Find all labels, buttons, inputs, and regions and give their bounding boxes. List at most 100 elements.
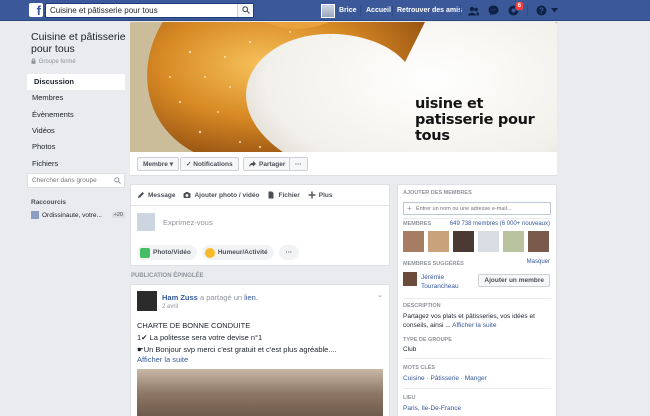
- group-privacy: Groupe fermé: [31, 58, 76, 65]
- avatar[interactable]: [403, 231, 424, 252]
- tab-more-label: Plus: [318, 191, 333, 199]
- group-tags[interactable]: Cuisine · Pâtisserie · Manger: [403, 374, 553, 383]
- group-cover-photo[interactable]: uisine et patisserie pour tous: [130, 22, 557, 152]
- sidebar-item-files[interactable]: Fichiers: [27, 156, 125, 172]
- add-member-button[interactable]: Ajouter un membre: [478, 274, 550, 287]
- tab-message-label: Message: [148, 191, 176, 199]
- tab-photo-video[interactable]: Ajouter photo / vidéo: [183, 191, 259, 199]
- avatar[interactable]: [503, 231, 524, 252]
- divider: [403, 218, 551, 219]
- suggested-members-heading: MEMBRES SUGGÉRÉS: [403, 261, 464, 267]
- user-name: Brice: [339, 7, 357, 14]
- sidebar-item-videos[interactable]: Vidéos: [27, 123, 125, 139]
- group-search-box[interactable]: [27, 173, 125, 188]
- facebook-logo[interactable]: f: [29, 3, 43, 17]
- avatar[interactable]: [403, 272, 417, 286]
- shortcut-label: Ordissinaute, votre...: [42, 211, 102, 219]
- sidebar-item-events[interactable]: Évènements: [27, 107, 125, 123]
- avatar[interactable]: [528, 231, 549, 252]
- composer-input[interactable]: Exprimez-vous: [137, 213, 213, 231]
- file-icon: [268, 191, 274, 199]
- tab-file[interactable]: Fichier: [267, 191, 300, 199]
- tab-file-label: Fichier: [278, 191, 300, 199]
- tab-message[interactable]: Message: [137, 191, 175, 199]
- photo-video-button[interactable]: Photo/Vidéo: [137, 245, 197, 260]
- group-type-label: Groupe fermé: [38, 59, 76, 65]
- post-image[interactable]: [137, 369, 383, 416]
- avatar[interactable]: [453, 231, 474, 252]
- find-friends-link[interactable]: Retrouver des amis: [397, 0, 462, 21]
- member-button[interactable]: Membre ▾: [137, 157, 179, 171]
- feeling-activity-label: Humeur/Activité: [217, 249, 268, 256]
- avatar[interactable]: [137, 291, 157, 311]
- friend-requests-icon[interactable]: [467, 4, 480, 17]
- suggested-member-name[interactable]: Jérémie Tourancheau: [421, 273, 459, 291]
- tab-photo-label: Ajouter photo / vidéo: [194, 191, 260, 199]
- search-button[interactable]: [237, 4, 253, 17]
- group-location[interactable]: Paris, Ile-De-France: [403, 404, 553, 413]
- svg-text:?: ?: [539, 6, 544, 15]
- notifications-button[interactable]: ✓ Notifications: [180, 157, 239, 171]
- composer-more-button[interactable]: ···: [278, 245, 300, 260]
- help-icon[interactable]: ?: [535, 4, 548, 17]
- photo-video-label: Photo/Vidéo: [153, 249, 191, 256]
- tab-more[interactable]: Plus: [308, 191, 333, 199]
- feeling-activity-button[interactable]: Humeur/Activité: [201, 245, 274, 260]
- sidebar-item-discussion[interactable]: Discussion: [27, 74, 125, 90]
- see-more-link[interactable]: Afficher la suite: [137, 355, 188, 364]
- divider: [403, 388, 551, 389]
- add-member-input[interactable]: [404, 203, 544, 214]
- share-button[interactable]: Partager: [243, 157, 292, 171]
- profile-link[interactable]: Brice: [321, 0, 357, 21]
- photo-icon: [140, 247, 150, 258]
- member-avatars: [403, 231, 553, 252]
- more-actions-button[interactable]: ···: [289, 157, 308, 171]
- global-search-input[interactable]: [46, 4, 236, 17]
- group-title[interactable]: Cuisine et pâtisserie pour tous: [31, 31, 129, 55]
- suggested-member: Jérémie Tourancheau: [403, 272, 459, 291]
- composer-tabs: Message Ajouter photo / vidéo Fichier Pl…: [131, 185, 389, 206]
- home-link[interactable]: Accueil: [366, 0, 391, 21]
- shortcut-item[interactable]: Ordissinaute, votre... +20: [31, 211, 125, 219]
- shortcut-count-badge: +20: [111, 212, 125, 218]
- avatar[interactable]: [478, 231, 499, 252]
- avatar[interactable]: [428, 231, 449, 252]
- chevron-down-icon[interactable]: ⌄: [377, 291, 383, 299]
- post-timestamp[interactable]: 2 avril: [162, 304, 178, 310]
- pinned-post: Ham Zuss a partagé un lien. 2 avril ⌄ CH…: [130, 284, 390, 416]
- location-heading: LIEU: [403, 395, 416, 401]
- description-see-more-link[interactable]: Afficher la suite: [452, 322, 496, 329]
- sidebar-item-members[interactable]: Membres: [27, 90, 125, 106]
- description-heading: DESCRIPTION: [403, 303, 441, 309]
- add-member-field[interactable]: +: [403, 202, 551, 215]
- members-count-link[interactable]: 649 738 membres (6 000+ nouveaux): [450, 221, 550, 227]
- account-menu-icon[interactable]: [548, 4, 561, 17]
- suggested-first-name: Jérémie: [421, 274, 445, 281]
- group-type-value: Club: [403, 346, 417, 353]
- post-header: Ham Zuss a partagé un lien.: [162, 293, 258, 302]
- messages-icon[interactable]: [487, 4, 500, 17]
- post-shared-link[interactable]: lien.: [244, 293, 258, 302]
- divider: [403, 358, 551, 359]
- composer-actions: Photo/Vidéo Humeur/Activité ···: [137, 245, 304, 260]
- hide-members-link[interactable]: Masquer: [527, 259, 550, 265]
- plus-icon: +: [407, 204, 412, 213]
- post-composer: Message Ajouter photo / vidéo Fichier Pl…: [130, 184, 390, 266]
- group-search-input[interactable]: [28, 174, 110, 187]
- plus-icon: [308, 191, 316, 199]
- divider: [392, 5, 393, 16]
- avatar: [137, 213, 155, 231]
- composer-placeholder: Exprimez-vous: [163, 217, 213, 227]
- post-shared-text: a partagé un: [199, 293, 243, 302]
- post-author[interactable]: Ham Zuss: [162, 293, 198, 302]
- lock-icon: [31, 58, 36, 64]
- post-text-line: 1✔ La politesse sera votre devise n°1: [137, 333, 263, 342]
- notifications-icon[interactable]: 6: [507, 1, 524, 17]
- avatar: [321, 3, 335, 18]
- sidebar-item-photos[interactable]: Photos: [27, 139, 125, 155]
- camera-icon: [183, 192, 191, 198]
- pinned-post-heading: PUBLICATION ÉPINGLÉE: [131, 273, 204, 279]
- search-icon[interactable]: [114, 177, 121, 184]
- global-search-box[interactable]: [45, 3, 254, 18]
- group-info-sidebar: AJOUTER DES MEMBRES + MEMBRES 649 738 me…: [397, 184, 557, 416]
